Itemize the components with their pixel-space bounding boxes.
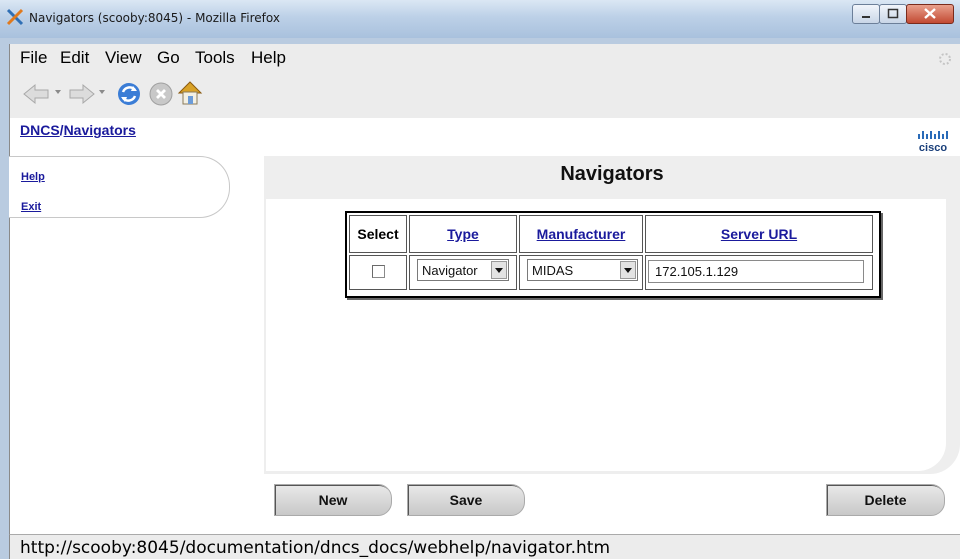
header-type: Type [409, 215, 517, 253]
browser-window: Navigators (scooby:8045) - Mozilla Firef… [0, 0, 960, 559]
minimize-button[interactable] [852, 4, 880, 24]
breadcrumb-navigators-link[interactable]: Navigators [64, 122, 136, 138]
manufacturer-select-value: MIDAS [532, 263, 574, 278]
firefox-icon [6, 8, 24, 26]
header-server-url-link[interactable]: Server URL [721, 226, 797, 242]
navigators-table: Select Type Manufacturer Server URL [345, 211, 881, 298]
type-select[interactable]: Navigator [417, 259, 509, 281]
back-dropdown-icon[interactable] [54, 88, 62, 96]
reload-icon[interactable] [115, 80, 143, 108]
maximize-icon [887, 8, 899, 19]
window-title: Navigators (scooby:8045) - Mozilla Firef… [29, 11, 280, 25]
throbber-icon [939, 53, 951, 65]
status-bar-text: http://scooby:8045/documentation/dncs_do… [20, 538, 611, 558]
breadcrumb: DNCS/Navigators [20, 122, 136, 138]
chevron-down-icon [624, 268, 632, 273]
header-type-link[interactable]: Type [447, 226, 479, 242]
type-dropdown-arrow[interactable] [491, 261, 507, 279]
menu-go[interactable]: Go [157, 48, 180, 68]
cisco-logo: cisco [918, 131, 948, 154]
manufacturer-select[interactable]: MIDAS [527, 259, 638, 281]
delete-button[interactable]: Delete [826, 484, 945, 516]
menu-help[interactable]: Help [251, 48, 286, 68]
home-icon[interactable] [176, 79, 204, 107]
breadcrumb-dncs-link[interactable]: DNCS [20, 122, 60, 138]
header-server-url: Server URL [645, 215, 873, 253]
status-bar: http://scooby:8045/documentation/dncs_do… [9, 534, 960, 559]
panel-title: Navigators [560, 163, 664, 185]
forward-dropdown-icon[interactable] [98, 88, 106, 96]
menu-view[interactable]: View [105, 48, 142, 68]
chevron-down-icon [495, 268, 503, 273]
sidebar-help-link[interactable]: Help [21, 171, 45, 183]
row-select-checkbox[interactable] [372, 265, 385, 278]
menu-tools[interactable]: Tools [195, 48, 235, 68]
header-select: Select [349, 215, 407, 253]
minimize-icon [862, 16, 870, 18]
sidebar-exit-link[interactable]: Exit [21, 201, 41, 213]
back-icon[interactable] [22, 82, 52, 106]
sidebar-menu: Help Exit [9, 156, 230, 218]
type-select-value: Navigator [422, 263, 478, 278]
close-icon [924, 8, 936, 19]
maximize-button[interactable] [879, 4, 907, 24]
header-manufacturer-link[interactable]: Manufacturer [537, 226, 626, 242]
server-url-input[interactable]: 172.105.1.129 [648, 260, 864, 283]
save-button[interactable]: Save [407, 484, 525, 516]
menu-bar: File Edit View Go Tools Help [9, 44, 960, 72]
forward-icon[interactable] [66, 82, 96, 106]
new-button[interactable]: New [274, 484, 392, 516]
menu-edit[interactable]: Edit [60, 48, 89, 68]
menu-file[interactable]: File [20, 48, 47, 68]
stop-icon[interactable] [148, 81, 174, 107]
manufacturer-dropdown-arrow[interactable] [620, 261, 636, 279]
navigation-toolbar [9, 72, 960, 118]
header-manufacturer: Manufacturer [519, 215, 643, 253]
close-button[interactable] [906, 4, 954, 24]
svg-text:cisco: cisco [919, 142, 947, 154]
title-bar: Navigators (scooby:8045) - Mozilla Firef… [0, 0, 960, 38]
